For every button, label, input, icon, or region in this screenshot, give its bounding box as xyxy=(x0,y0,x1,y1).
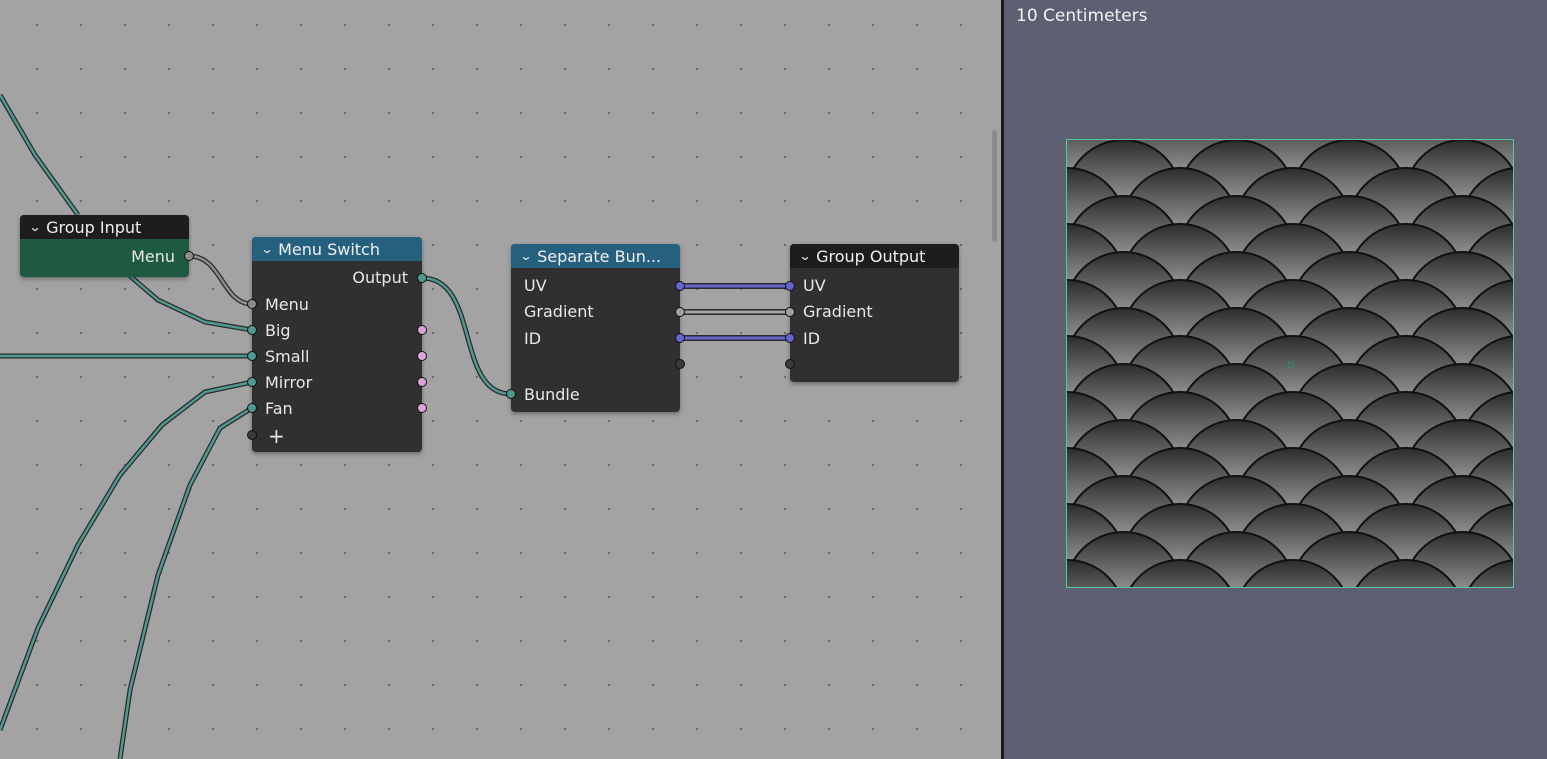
item-socket-big[interactable] xyxy=(417,325,427,335)
fish-scale-pattern xyxy=(1067,140,1513,587)
output-label: Output xyxy=(352,268,408,287)
output-label-id: ID xyxy=(524,329,542,348)
output-socket-gradient[interactable] xyxy=(675,307,685,317)
node-editor[interactable]: ⌄ Group Input Menu ⌄ Menu Switch Output … xyxy=(0,0,1001,759)
node-title: Separate Bun... xyxy=(537,246,662,266)
input-socket-mirror[interactable] xyxy=(247,377,257,387)
menu-switch-node[interactable]: ⌄ Menu Switch Output Menu Big Small Mirr… xyxy=(247,237,427,452)
input-label-bundle: Bundle xyxy=(524,385,580,404)
output-socket-uv[interactable] xyxy=(675,281,685,291)
group-output-header[interactable]: ⌄ Group Output xyxy=(790,244,959,268)
output-label-menu: Menu xyxy=(131,247,175,266)
chevron-down-icon[interactable]: ⌄ xyxy=(260,242,273,256)
item-socket-small[interactable] xyxy=(417,351,427,361)
chevron-down-icon[interactable]: ⌄ xyxy=(519,249,532,263)
input-socket-big[interactable] xyxy=(247,325,257,335)
input-label-gradient: Gradient xyxy=(803,302,873,321)
add-item-icon[interactable]: + xyxy=(268,424,285,448)
texture-preview[interactable] xyxy=(1066,139,1514,588)
item-socket-mirror[interactable] xyxy=(417,377,427,387)
link-to-big xyxy=(128,274,253,333)
input-label-id: ID xyxy=(803,329,821,348)
chevron-down-icon[interactable]: ⌄ xyxy=(28,220,41,234)
group-input-node[interactable]: ⌄ Group Input Menu xyxy=(20,215,194,277)
input-label-big: Big xyxy=(265,321,291,340)
separate-bundle-node[interactable]: ⌄ Separate Bun... UV Gradient ID Bundle xyxy=(506,244,685,412)
input-socket-extend[interactable] xyxy=(785,359,795,369)
group-input-header[interactable]: ⌄ Group Input xyxy=(20,215,189,239)
output-socket-id[interactable] xyxy=(675,333,685,343)
output-label-gradient: Gradient xyxy=(524,302,594,321)
input-socket-bundle[interactable] xyxy=(506,389,516,399)
node-title: Group Output xyxy=(816,246,926,266)
input-socket-uv[interactable] xyxy=(785,281,795,291)
output-socket-menu[interactable] xyxy=(184,251,194,261)
node-title: Group Input xyxy=(46,217,142,237)
input-label-uv: UV xyxy=(803,276,826,295)
input-label-small: Small xyxy=(265,347,310,366)
scale-label: 10 Centimeters xyxy=(1016,6,1148,26)
chevron-down-icon[interactable]: ⌄ xyxy=(798,249,811,263)
input-socket-small[interactable] xyxy=(247,351,257,361)
input-socket-id[interactable] xyxy=(785,333,795,343)
input-label-menu: Menu xyxy=(265,295,309,314)
output-socket-extend[interactable] xyxy=(675,359,685,369)
input-label-mirror: Mirror xyxy=(265,373,313,392)
input-label-fan: Fan xyxy=(265,399,293,418)
link-to-fan xyxy=(117,405,254,759)
input-socket-fan[interactable] xyxy=(247,403,257,413)
input-socket-extend[interactable] xyxy=(247,430,257,440)
node-title: Menu Switch xyxy=(278,239,380,259)
separate-bundle-header[interactable]: ⌄ Separate Bun... xyxy=(511,244,680,268)
output-socket[interactable] xyxy=(417,273,427,283)
editor-scrollbar[interactable] xyxy=(992,130,997,242)
group-output-node[interactable]: ⌄ Group Output UV Gradient ID xyxy=(785,244,959,382)
input-socket-gradient[interactable] xyxy=(785,307,795,317)
input-socket-menu[interactable] xyxy=(247,299,257,309)
menu-switch-header[interactable]: ⌄ Menu Switch xyxy=(252,237,422,261)
item-socket-fan[interactable] xyxy=(417,403,427,413)
output-label-uv: UV xyxy=(524,276,547,295)
